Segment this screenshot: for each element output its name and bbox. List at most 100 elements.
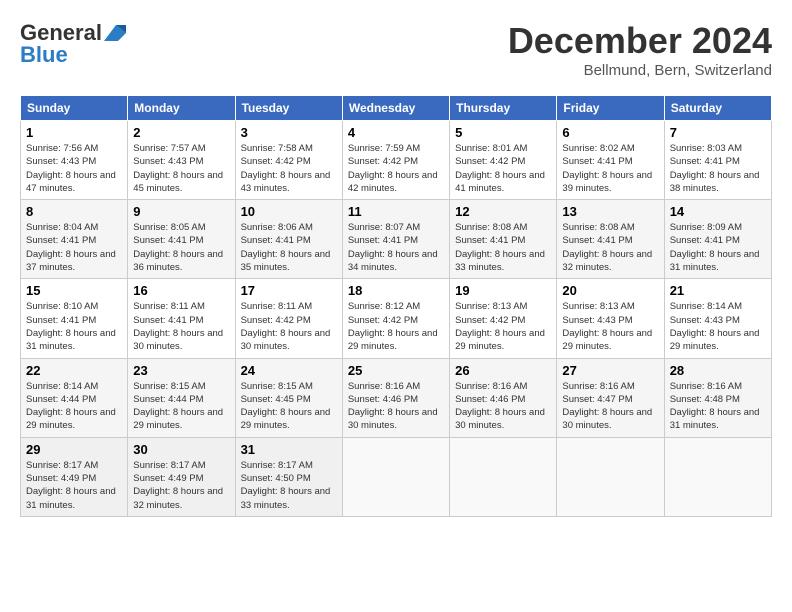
sunrise-label: Sunrise: 8:16 AM <box>670 381 742 392</box>
day-info: Sunrise: 8:16 AM Sunset: 4:46 PM Dayligh… <box>455 380 551 433</box>
day-number: 15 <box>26 283 122 298</box>
day-info: Sunrise: 8:16 AM Sunset: 4:48 PM Dayligh… <box>670 380 766 433</box>
day-info: Sunrise: 7:58 AM Sunset: 4:42 PM Dayligh… <box>241 142 337 195</box>
daylight-label: Daylight: 8 hours and 30 minutes. <box>455 407 545 431</box>
sunrise-label: Sunrise: 8:16 AM <box>562 381 634 392</box>
daylight-label: Daylight: 8 hours and 29 minutes. <box>455 328 545 352</box>
sunset-label: Sunset: 4:41 PM <box>133 315 203 326</box>
calendar-cell: 12 Sunrise: 8:08 AM Sunset: 4:41 PM Dayl… <box>450 200 557 279</box>
sunset-label: Sunset: 4:47 PM <box>562 394 632 405</box>
calendar-cell: 31 Sunrise: 8:17 AM Sunset: 4:50 PM Dayl… <box>235 437 342 516</box>
daylight-label: Daylight: 8 hours and 47 minutes. <box>26 170 116 194</box>
calendar-cell: 29 Sunrise: 8:17 AM Sunset: 4:49 PM Dayl… <box>21 437 128 516</box>
day-number: 14 <box>670 204 766 219</box>
day-info: Sunrise: 7:59 AM Sunset: 4:42 PM Dayligh… <box>348 142 444 195</box>
calendar-week-row: 29 Sunrise: 8:17 AM Sunset: 4:49 PM Dayl… <box>21 437 772 516</box>
sunset-label: Sunset: 4:41 PM <box>26 315 96 326</box>
day-info: Sunrise: 8:15 AM Sunset: 4:45 PM Dayligh… <box>241 380 337 433</box>
day-info: Sunrise: 8:04 AM Sunset: 4:41 PM Dayligh… <box>26 221 122 274</box>
day-number: 20 <box>562 283 658 298</box>
day-info: Sunrise: 7:57 AM Sunset: 4:43 PM Dayligh… <box>133 142 229 195</box>
calendar-cell: 15 Sunrise: 8:10 AM Sunset: 4:41 PM Dayl… <box>21 279 128 358</box>
day-info: Sunrise: 8:05 AM Sunset: 4:41 PM Dayligh… <box>133 221 229 274</box>
calendar-cell: 2 Sunrise: 7:57 AM Sunset: 4:43 PM Dayli… <box>128 121 235 200</box>
weekday-header-friday: Friday <box>557 96 664 121</box>
sunset-label: Sunset: 4:49 PM <box>26 473 96 484</box>
page-header: General Blue December 2024 Bellmund, Ber… <box>20 20 772 79</box>
calendar-header-row: SundayMondayTuesdayWednesdayThursdayFrid… <box>21 96 772 121</box>
day-number: 4 <box>348 125 444 140</box>
day-number: 22 <box>26 363 122 378</box>
sunrise-label: Sunrise: 8:14 AM <box>670 301 742 312</box>
sunset-label: Sunset: 4:43 PM <box>26 156 96 167</box>
daylight-label: Daylight: 8 hours and 29 minutes. <box>348 328 438 352</box>
sunset-label: Sunset: 4:49 PM <box>133 473 203 484</box>
title-block: December 2024 Bellmund, Bern, Switzerlan… <box>508 20 772 79</box>
day-info: Sunrise: 8:17 AM Sunset: 4:49 PM Dayligh… <box>26 459 122 512</box>
calendar-cell: 5 Sunrise: 8:01 AM Sunset: 4:42 PM Dayli… <box>450 121 557 200</box>
daylight-label: Daylight: 8 hours and 29 minutes. <box>26 407 116 431</box>
calendar-cell: 27 Sunrise: 8:16 AM Sunset: 4:47 PM Dayl… <box>557 358 664 437</box>
day-info: Sunrise: 8:12 AM Sunset: 4:42 PM Dayligh… <box>348 300 444 353</box>
sunrise-label: Sunrise: 8:05 AM <box>133 222 205 233</box>
daylight-label: Daylight: 8 hours and 32 minutes. <box>133 486 223 510</box>
sunrise-label: Sunrise: 8:16 AM <box>455 381 527 392</box>
calendar-cell: 4 Sunrise: 7:59 AM Sunset: 4:42 PM Dayli… <box>342 121 449 200</box>
calendar-cell: 11 Sunrise: 8:07 AM Sunset: 4:41 PM Dayl… <box>342 200 449 279</box>
daylight-label: Daylight: 8 hours and 43 minutes. <box>241 170 331 194</box>
daylight-label: Daylight: 8 hours and 42 minutes. <box>348 170 438 194</box>
daylight-label: Daylight: 8 hours and 29 minutes. <box>133 407 223 431</box>
sunrise-label: Sunrise: 8:16 AM <box>348 381 420 392</box>
calendar-week-row: 22 Sunrise: 8:14 AM Sunset: 4:44 PM Dayl… <box>21 358 772 437</box>
calendar-cell: 20 Sunrise: 8:13 AM Sunset: 4:43 PM Dayl… <box>557 279 664 358</box>
daylight-label: Daylight: 8 hours and 29 minutes. <box>241 407 331 431</box>
sunrise-label: Sunrise: 8:10 AM <box>26 301 98 312</box>
daylight-label: Daylight: 8 hours and 30 minutes. <box>562 407 652 431</box>
daylight-label: Daylight: 8 hours and 31 minutes. <box>26 328 116 352</box>
sunset-label: Sunset: 4:41 PM <box>562 235 632 246</box>
day-number: 2 <box>133 125 229 140</box>
day-info: Sunrise: 8:13 AM Sunset: 4:42 PM Dayligh… <box>455 300 551 353</box>
daylight-label: Daylight: 8 hours and 36 minutes. <box>133 249 223 273</box>
sunset-label: Sunset: 4:41 PM <box>670 235 740 246</box>
day-number: 8 <box>26 204 122 219</box>
day-number: 6 <box>562 125 658 140</box>
weekday-header-tuesday: Tuesday <box>235 96 342 121</box>
day-number: 25 <box>348 363 444 378</box>
sunrise-label: Sunrise: 8:15 AM <box>133 381 205 392</box>
calendar-cell: 3 Sunrise: 7:58 AM Sunset: 4:42 PM Dayli… <box>235 121 342 200</box>
day-number: 17 <box>241 283 337 298</box>
calendar-cell: 22 Sunrise: 8:14 AM Sunset: 4:44 PM Dayl… <box>21 358 128 437</box>
calendar-cell: 13 Sunrise: 8:08 AM Sunset: 4:41 PM Dayl… <box>557 200 664 279</box>
day-number: 23 <box>133 363 229 378</box>
day-info: Sunrise: 8:14 AM Sunset: 4:43 PM Dayligh… <box>670 300 766 353</box>
day-number: 11 <box>348 204 444 219</box>
sunset-label: Sunset: 4:42 PM <box>241 315 311 326</box>
calendar-cell: 1 Sunrise: 7:56 AM Sunset: 4:43 PM Dayli… <box>21 121 128 200</box>
day-info: Sunrise: 8:01 AM Sunset: 4:42 PM Dayligh… <box>455 142 551 195</box>
daylight-label: Daylight: 8 hours and 39 minutes. <box>562 170 652 194</box>
sunset-label: Sunset: 4:50 PM <box>241 473 311 484</box>
day-number: 3 <box>241 125 337 140</box>
sunrise-label: Sunrise: 7:59 AM <box>348 143 420 154</box>
daylight-label: Daylight: 8 hours and 45 minutes. <box>133 170 223 194</box>
sunset-label: Sunset: 4:41 PM <box>670 156 740 167</box>
sunset-label: Sunset: 4:45 PM <box>241 394 311 405</box>
calendar-cell <box>342 437 449 516</box>
calendar-week-row: 1 Sunrise: 7:56 AM Sunset: 4:43 PM Dayli… <box>21 121 772 200</box>
sunrise-label: Sunrise: 7:58 AM <box>241 143 313 154</box>
sunrise-label: Sunrise: 8:08 AM <box>455 222 527 233</box>
day-number: 30 <box>133 442 229 457</box>
day-number: 10 <box>241 204 337 219</box>
location-subtitle: Bellmund, Bern, Switzerland <box>508 62 772 79</box>
sunset-label: Sunset: 4:48 PM <box>670 394 740 405</box>
day-info: Sunrise: 8:14 AM Sunset: 4:44 PM Dayligh… <box>26 380 122 433</box>
day-info: Sunrise: 8:17 AM Sunset: 4:50 PM Dayligh… <box>241 459 337 512</box>
daylight-label: Daylight: 8 hours and 33 minutes. <box>455 249 545 273</box>
day-info: Sunrise: 8:07 AM Sunset: 4:41 PM Dayligh… <box>348 221 444 274</box>
calendar-week-row: 8 Sunrise: 8:04 AM Sunset: 4:41 PM Dayli… <box>21 200 772 279</box>
calendar-cell: 6 Sunrise: 8:02 AM Sunset: 4:41 PM Dayli… <box>557 121 664 200</box>
sunset-label: Sunset: 4:41 PM <box>133 235 203 246</box>
sunset-label: Sunset: 4:42 PM <box>241 156 311 167</box>
calendar-cell: 8 Sunrise: 8:04 AM Sunset: 4:41 PM Dayli… <box>21 200 128 279</box>
